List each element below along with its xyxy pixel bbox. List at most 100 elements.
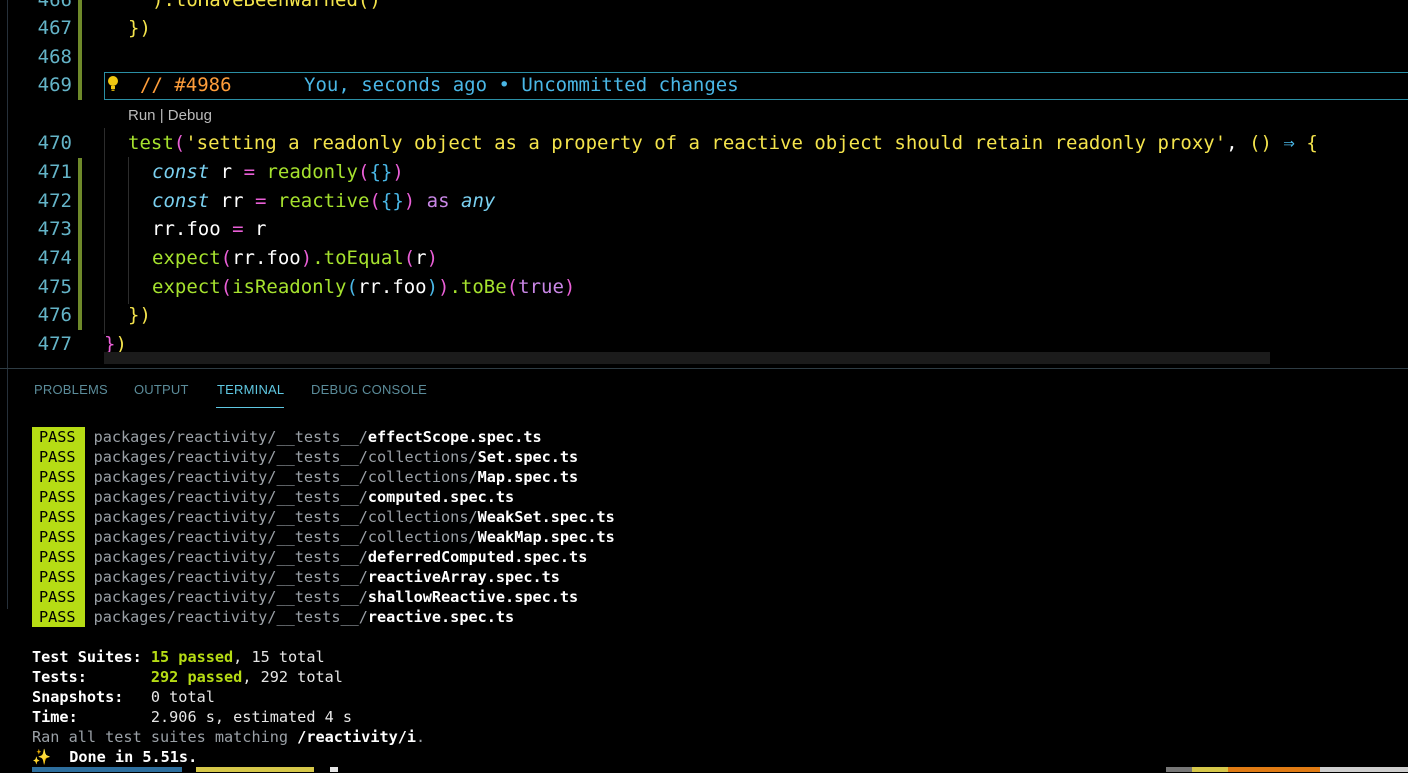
pass-badge: PASS: [32, 447, 85, 467]
pass-badge: PASS: [32, 567, 85, 587]
code-token: isReadonly: [232, 276, 347, 298]
git-modified-marker: [78, 187, 82, 216]
horizontal-scrollbar[interactable]: [104, 352, 1270, 364]
pass-badge: PASS: [32, 487, 85, 507]
code-text: ).toHaveBeenWarned(): [152, 0, 381, 15]
code-token: ): [300, 247, 313, 269]
bottom-panel: PROBLEMS OUTPUT TERMINAL DEBUG CONSOLE P…: [0, 368, 1408, 773]
prompt-segment-branch: [196, 767, 314, 772]
code-token: }): [128, 304, 151, 326]
line-number: 470: [37, 132, 72, 154]
summary-passed: 15 passed: [150, 648, 234, 666]
prompt-segment-right-2: [1192, 767, 1228, 772]
summary-label: Tests:: [32, 668, 151, 686]
code-line-469: 469 // #4986 You, seconds ago • Uncommit…: [0, 71, 1408, 100]
code-line-476: 476 }): [0, 301, 1408, 330]
code-token: (: [357, 161, 370, 183]
summary-tests: Tests: 292 passed, 292 total: [32, 667, 343, 687]
test-result-row: PASS packages/reactivity/__tests__/shallo…: [32, 587, 578, 607]
test-result-row: PASS packages/reactivity/__tests__/deferr…: [32, 547, 587, 567]
pass-badge: PASS: [32, 507, 85, 527]
line-number: 474: [37, 247, 72, 269]
code-token: rr.foo: [357, 276, 427, 298]
code-token: =: [243, 161, 256, 183]
test-result-row: PASS packages/reactivity/__tests__/collec…: [32, 507, 615, 527]
code-text: expect(isReadonly(rr.foo)).toBe(true): [152, 273, 575, 302]
test-file: Map.spec.ts: [477, 468, 579, 486]
code-token: .toBe: [449, 276, 507, 298]
git-blame-annotation: You, seconds ago • Uncommitted changes: [304, 71, 739, 100]
pass-badge: PASS: [32, 527, 85, 547]
pass-badge: PASS: [32, 467, 85, 487]
line-number: 473: [37, 218, 72, 240]
summary-label: Time:: [32, 708, 151, 726]
code-token: r: [220, 161, 233, 183]
codelens-run-link[interactable]: Run: [128, 107, 156, 124]
code-line-470: 470 test('setting a readonly object as a…: [0, 129, 1408, 158]
prompt-segment-right-3: [1228, 767, 1320, 772]
sparkles-icon: ✨: [32, 748, 51, 766]
tab-output[interactable]: OUTPUT: [134, 382, 189, 397]
code-token: ): [426, 247, 439, 269]
code-token: ): [392, 161, 404, 183]
code-token: expect: [152, 247, 221, 269]
code-text: // #4986: [140, 71, 232, 100]
test-result-row: PASS packages/reactivity/__tests__/reacti…: [32, 567, 560, 587]
test-dir: packages/reactivity/__tests__/: [93, 588, 368, 606]
code-line-473: 473 rr.foo = r: [0, 215, 1408, 244]
summary-label: Test Suites:: [32, 648, 151, 666]
git-modified-marker: [78, 244, 82, 273]
test-file: effectScope.spec.ts: [367, 428, 542, 446]
summary-value: 2.906 s, estimated 4 s: [150, 708, 353, 726]
tab-problems[interactable]: PROBLEMS: [34, 382, 108, 397]
code-token: ): [438, 276, 450, 298]
git-modified-marker: [78, 0, 82, 15]
code-editor[interactable]: 466 ).toHaveBeenWarned() 467 }) 468 469 …: [0, 0, 1408, 368]
code-token: {}: [369, 161, 393, 183]
git-modified-marker: [78, 158, 82, 187]
pass-badge: PASS: [32, 587, 85, 607]
code-token: ): [563, 276, 576, 298]
tab-debug-console[interactable]: DEBUG CONSOLE: [311, 382, 427, 397]
codelens-debug-link[interactable]: Debug: [168, 107, 212, 124]
tab-terminal[interactable]: TERMINAL: [217, 382, 284, 397]
prompt-segment-cwd: [32, 767, 182, 772]
test-file: reactiveArray.spec.ts: [367, 568, 560, 586]
test-file: Set.spec.ts: [477, 448, 579, 466]
code-token: const: [152, 190, 210, 212]
code-token: expect: [152, 276, 221, 298]
code-text: rr.foo = r: [152, 215, 266, 244]
code-token: (: [403, 247, 416, 269]
summary-snapshots: Snapshots: 0 total: [32, 687, 215, 707]
summary-time: Time: 2.906 s, estimated 4 s: [32, 707, 352, 727]
terminal-cursor: [330, 767, 338, 772]
lightbulb-icon[interactable]: [106, 73, 120, 97]
prompt-segment-right-4: [1320, 767, 1408, 772]
line-number: 466: [37, 0, 72, 11]
code-text: }): [128, 301, 151, 330]
test-result-row: PASS packages/reactivity/__tests__/comput…: [32, 487, 514, 507]
code-token: {}: [380, 190, 404, 212]
code-token: .toEqual: [312, 247, 404, 269]
code-text: }): [128, 14, 151, 43]
git-modified-marker: [78, 273, 82, 302]
test-dir: packages/reactivity/__tests__/: [93, 488, 368, 506]
code-token: const: [152, 161, 210, 183]
code-token: (): [1249, 132, 1272, 154]
code-token: test: [128, 132, 174, 154]
code-token: readonly: [266, 161, 358, 183]
test-file: WeakMap.spec.ts: [477, 528, 615, 546]
test-dir: packages/reactivity/__tests__/: [93, 568, 368, 586]
codelens: Run | Debug: [128, 105, 212, 127]
code-token: =: [255, 190, 267, 212]
summary-total: , 15 total: [233, 648, 325, 666]
test-result-row: PASS packages/reactivity/__tests__/reacti…: [32, 607, 514, 627]
line-number: 467: [37, 17, 72, 39]
line-number: 476: [37, 304, 72, 326]
test-file: reactive.spec.ts: [367, 608, 515, 626]
code-token: (: [346, 276, 358, 298]
code-text: const rr = reactive({}) as any: [152, 187, 495, 216]
test-dir: packages/reactivity/__tests__/: [93, 428, 368, 446]
git-modified-marker: [78, 43, 82, 72]
pass-badge: PASS: [32, 607, 85, 627]
